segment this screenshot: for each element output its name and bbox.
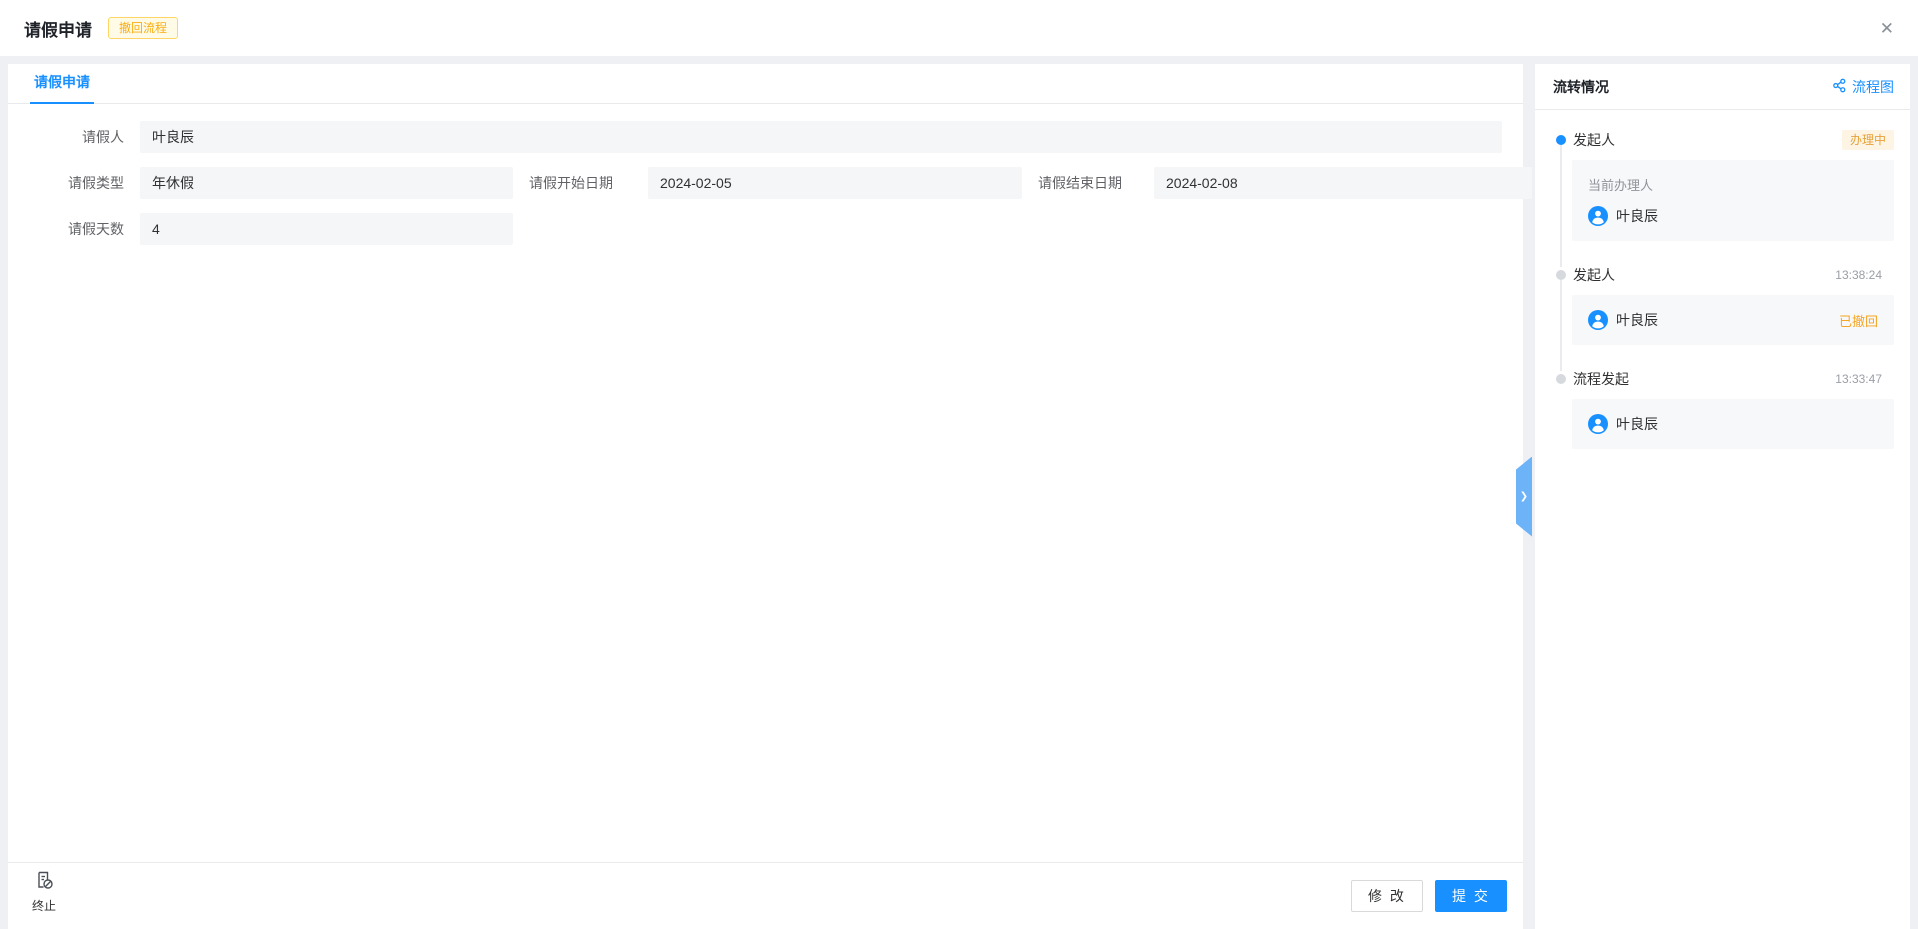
flow-status-panel: 流转情况 流程图 发起人 办理中 bbox=[1535, 64, 1910, 929]
footer-buttons: 修 改 提 交 bbox=[1351, 880, 1507, 912]
timeline-item-initiator: 发起人 13:38:24 叶良辰 已撤回 bbox=[1551, 265, 1894, 345]
leave-days-label: 请假天数 bbox=[8, 219, 124, 239]
timeline-head: 发起人 13:38:24 bbox=[1573, 265, 1894, 285]
terminate-button[interactable]: 终止 bbox=[32, 870, 56, 914]
flowchart-icon bbox=[1832, 78, 1847, 96]
timeline-node-title: 流程发起 bbox=[1573, 369, 1629, 389]
leave-person-label: 请假人 bbox=[8, 127, 124, 147]
form-row-type-dates: 请假类型 年休假 请假开始日期 2024-02-05 请假结束日期 2024-0… bbox=[8, 167, 1523, 199]
leave-start-date-field[interactable]: 2024-02-05 bbox=[648, 167, 1022, 199]
timeline-item-current: 发起人 办理中 当前办理人 叶良辰 bbox=[1551, 130, 1894, 241]
flow-timeline: 发起人 办理中 当前办理人 叶良辰 bbox=[1535, 110, 1910, 449]
timeline-node-title: 发起人 bbox=[1573, 265, 1615, 285]
leave-type-label: 请假类型 bbox=[8, 173, 124, 193]
chevron-right-icon: ❯ bbox=[1520, 491, 1528, 502]
flowchart-link-label: 流程图 bbox=[1852, 77, 1894, 97]
form-row-person: 请假人 叶良辰 bbox=[8, 121, 1523, 153]
timeline-dot bbox=[1556, 374, 1566, 384]
person-row: 叶良辰 bbox=[1588, 414, 1878, 434]
modify-button[interactable]: 修 改 bbox=[1351, 880, 1423, 912]
user-avatar-icon bbox=[1588, 414, 1608, 434]
person-name: 叶良辰 bbox=[1616, 206, 1658, 226]
timeline-node-title: 发起人 bbox=[1573, 130, 1615, 150]
person-name: 叶良辰 bbox=[1616, 310, 1658, 330]
terminate-icon bbox=[34, 870, 54, 893]
leave-start-date-label: 请假开始日期 bbox=[529, 173, 613, 193]
tab-bar: 请假申请 bbox=[8, 64, 1523, 104]
timeline-head: 发起人 办理中 bbox=[1573, 130, 1894, 150]
leave-person-field[interactable]: 叶良辰 bbox=[140, 121, 1502, 153]
withdrawn-status-text: 已撤回 bbox=[1839, 311, 1878, 330]
tab-leave-request[interactable]: 请假申请 bbox=[30, 72, 94, 104]
leave-end-date-field[interactable]: 2024-02-08 bbox=[1154, 167, 1532, 199]
user-avatar-icon bbox=[1588, 310, 1608, 330]
window-header: 请假申请 撤回流程 ✕ bbox=[0, 0, 1918, 56]
submit-button[interactable]: 提 交 bbox=[1435, 880, 1507, 912]
flow-panel-header: 流转情况 流程图 bbox=[1535, 64, 1910, 110]
timeline-time: 13:38:24 bbox=[1835, 268, 1894, 282]
current-handler-label: 当前办理人 bbox=[1588, 175, 1878, 194]
leave-form-panel: 请假申请 请假人 叶良辰 请假类型 年休假 请假开始日期 2024-02-05 … bbox=[8, 64, 1523, 929]
timeline-time: 13:33:47 bbox=[1835, 372, 1894, 386]
leave-form: 请假人 叶良辰 请假类型 年休假 请假开始日期 2024-02-05 请假结束日… bbox=[8, 104, 1523, 245]
person-row: 叶良辰 bbox=[1588, 206, 1878, 226]
person-row: 叶良辰 已撤回 bbox=[1588, 310, 1878, 330]
timeline-card: 叶良辰 已撤回 bbox=[1572, 295, 1894, 345]
flow-panel-title: 流转情况 bbox=[1553, 77, 1609, 97]
timeline-dot-active bbox=[1556, 135, 1566, 145]
timeline-item-flow-start: 流程发起 13:33:47 叶良辰 bbox=[1551, 369, 1894, 449]
form-row-days: 请假天数 4 bbox=[8, 213, 1523, 245]
timeline-card: 当前办理人 叶良辰 bbox=[1572, 160, 1894, 241]
timeline-dot bbox=[1556, 270, 1566, 280]
form-footer: 终止 修 改 提 交 bbox=[8, 862, 1523, 929]
page-title: 请假申请 bbox=[24, 16, 92, 41]
person-name: 叶良辰 bbox=[1616, 414, 1658, 434]
leave-end-date-label: 请假结束日期 bbox=[1038, 173, 1122, 193]
timeline-card: 叶良辰 bbox=[1572, 399, 1894, 449]
close-icon[interactable]: ✕ bbox=[1876, 16, 1898, 41]
in-progress-badge: 办理中 bbox=[1842, 130, 1894, 150]
timeline-head: 流程发起 13:33:47 bbox=[1573, 369, 1894, 389]
withdraw-flow-badge: 撤回流程 bbox=[108, 17, 178, 39]
collapse-panel-handle[interactable]: ❯ bbox=[1516, 457, 1532, 537]
user-avatar-icon bbox=[1588, 206, 1608, 226]
leave-days-field[interactable]: 4 bbox=[140, 213, 513, 245]
flowchart-link[interactable]: 流程图 bbox=[1832, 77, 1894, 97]
terminate-label: 终止 bbox=[32, 897, 56, 914]
content-area: 请假申请 请假人 叶良辰 请假类型 年休假 请假开始日期 2024-02-05 … bbox=[0, 56, 1918, 929]
leave-type-field[interactable]: 年休假 bbox=[140, 167, 513, 199]
